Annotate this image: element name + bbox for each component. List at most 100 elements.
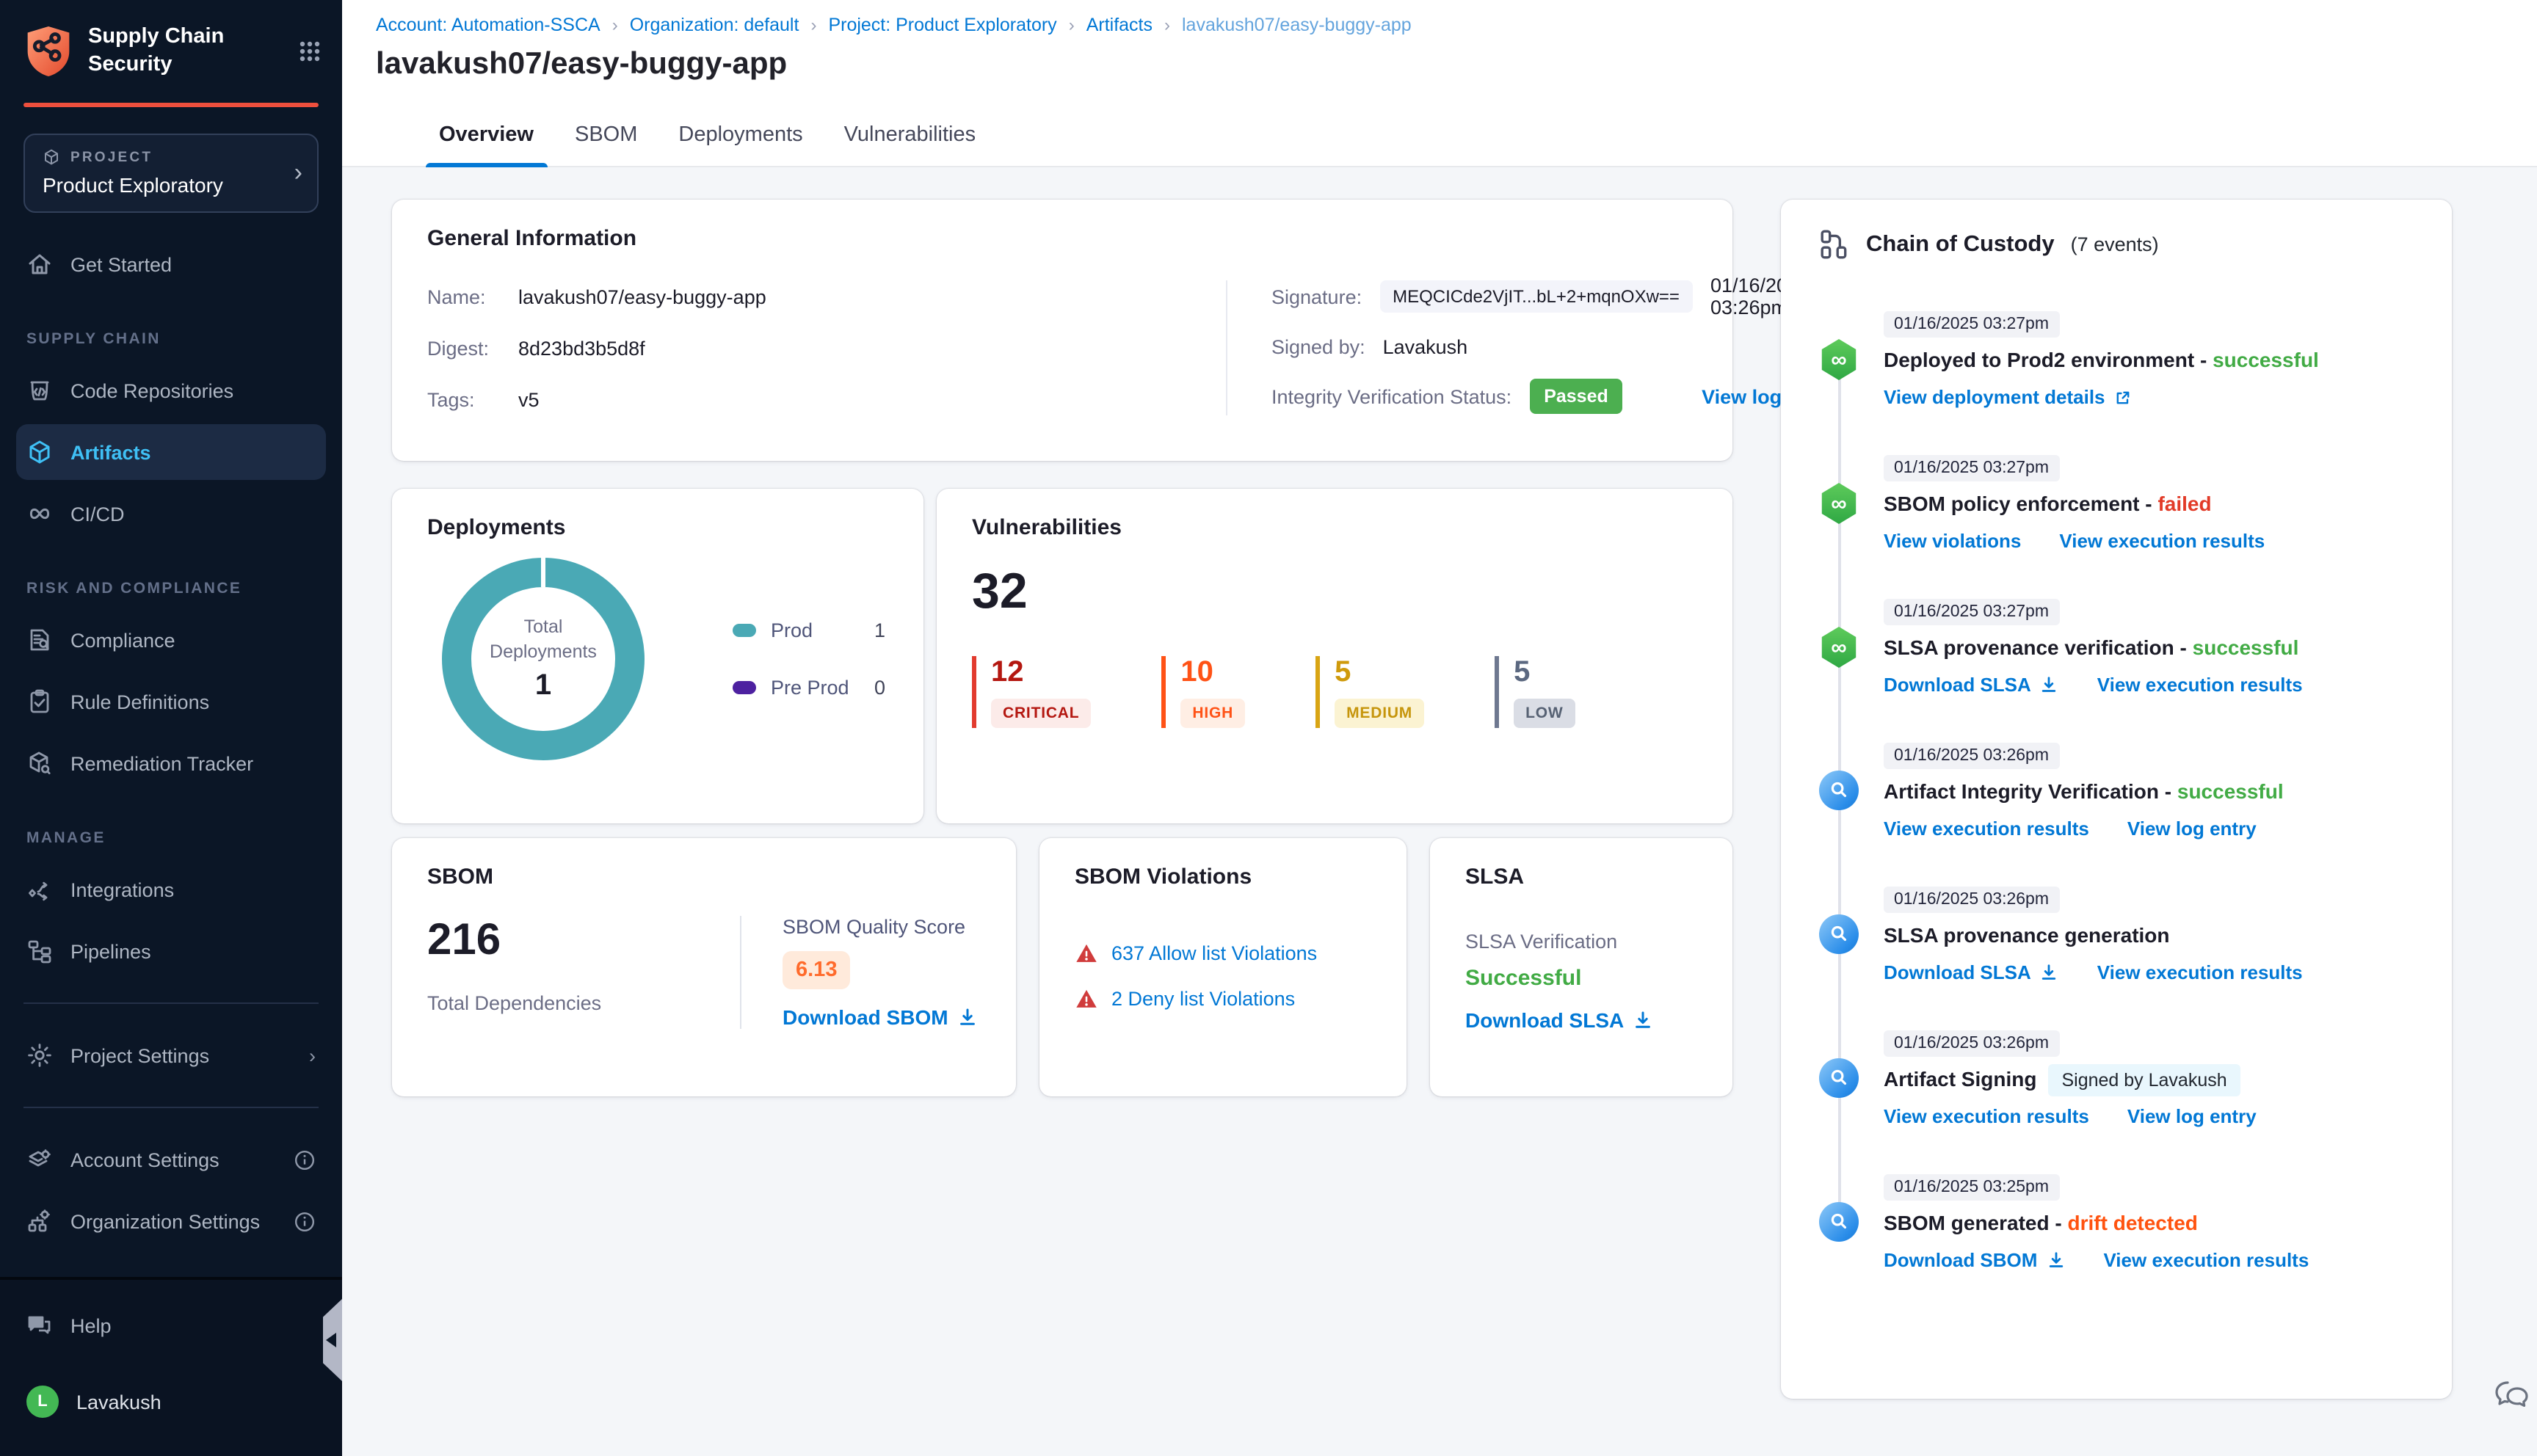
sidebar-item-get-started[interactable]: Get Started (0, 236, 342, 292)
card-title: SBOM Violations (1075, 864, 1252, 889)
legend-item-prod: Prod 1 (733, 619, 885, 641)
view-log-entry-link[interactable]: View log entry (2127, 1105, 2257, 1127)
sidebar-item-integrations[interactable]: Integrations (0, 862, 342, 917)
breadcrumb-artifacts[interactable]: Artifacts (1086, 15, 1153, 35)
digest-label: Digest: (427, 337, 490, 359)
tab-deployments[interactable]: Deployments (665, 123, 816, 166)
tab-vulnerabilities[interactable]: Vulnerabilities (831, 123, 989, 166)
sidebar-item-pipelines[interactable]: Pipelines (0, 923, 342, 979)
event-status: failed (2157, 492, 2212, 515)
scan-orb-icon (1819, 914, 1859, 954)
view-execution-results-link[interactable]: View execution results (2103, 1249, 2309, 1271)
view-execution-results-link[interactable]: View execution results (2059, 530, 2265, 552)
nav-section-manage: MANAGE (26, 829, 106, 847)
integrations-icon (29, 881, 48, 901)
chain-of-custody-title: Chain of Custody (1866, 231, 2055, 256)
sidebar: Supply Chain Security PROJECT Product Ex… (0, 0, 342, 1456)
custody-event-deployed: ∞ 01/16/2025 03:27pm Deployed to Prod2 e… (1819, 310, 2414, 415)
custody-event-slsa-generation: 01/16/2025 03:26pm SLSA provenance gener… (1819, 885, 2414, 991)
nav-label: Get Started (70, 253, 173, 275)
breadcrumb-separator: › (611, 15, 618, 35)
legend-label: Pre Prod (771, 677, 849, 699)
download-slsa-link[interactable]: Download SLSA (1884, 961, 2059, 983)
card-title: Deployments (427, 515, 566, 540)
view-violations-link[interactable]: View violations (1884, 530, 2021, 552)
sidebar-item-account-settings[interactable]: Account Settings (0, 1132, 342, 1187)
divider (23, 1002, 319, 1004)
breadcrumb-project[interactable]: Project: Product Exploratory (828, 15, 1056, 35)
download-slsa-link[interactable]: Download SLSA (1884, 674, 2059, 696)
app-switcher-grid-icon[interactable] (298, 40, 322, 63)
info-icon[interactable] (294, 1210, 316, 1232)
slsa-verification-status: Successful (1465, 966, 1582, 991)
divider (23, 1107, 319, 1108)
severity-stats: 12 CRITICAL 10 HIGH 5 MEDIUM 5 LOW (972, 656, 1697, 728)
event-status: successful (2192, 636, 2299, 659)
vulnerabilities-card: Vulnerabilities 32 12 CRITICAL 10 HIGH 5… (937, 489, 1732, 823)
sidebar-item-code-repositories[interactable]: Code Repositories (0, 363, 342, 418)
breadcrumb-current[interactable]: lavakush07/easy-buggy-app (1182, 15, 1412, 35)
download-sbom-link[interactable]: Download SBOM (783, 1005, 978, 1029)
breadcrumb-account[interactable]: Account: Automation-SSCA (376, 15, 600, 35)
deployments-legend: Prod 1 Pre Prod 0 (733, 619, 885, 699)
sbom-violations-card: SBOM Violations 637 Allow list Violation… (1039, 838, 1407, 1096)
scan-orb-icon (1819, 1058, 1859, 1098)
high-badge: HIGH (1180, 699, 1246, 728)
event-separator: - (2194, 348, 2213, 371)
scan-orb-icon (1819, 1202, 1859, 1242)
sidebar-item-help[interactable]: ? Help (0, 1297, 342, 1353)
event-name: SLSA provenance generation (1884, 923, 2170, 947)
event-count: (7 events) (2070, 233, 2159, 255)
legend-label: Prod (771, 619, 813, 641)
allow-list-violations-link[interactable]: 637 Allow list Violations (1111, 942, 1317, 964)
tags-value: v5 (518, 388, 540, 410)
page-header: Account: Automation-SSCA › Organization:… (342, 0, 2537, 167)
view-execution-results-link[interactable]: View execution results (2097, 674, 2303, 696)
sidebar-item-remediation-tracker[interactable]: Remediation Tracker (0, 735, 342, 791)
download-icon (2042, 964, 2056, 980)
breadcrumb-organization[interactable]: Organization: default (630, 15, 799, 35)
view-execution-results-link[interactable]: View execution results (1884, 818, 2089, 840)
custody-event-integrity-verification: 01/16/2025 03:26pm Artifact Integrity Ve… (1819, 741, 2414, 847)
view-execution-results-link[interactable]: View execution results (1884, 1105, 2089, 1127)
link-label: View deployment details (1884, 386, 2105, 408)
chain-of-custody-card: Chain of Custody (7 events) ∞ 01/16/2025… (1781, 200, 2452, 1399)
compliance-document-icon (30, 629, 49, 651)
breadcrumb-separator: › (1164, 15, 1170, 35)
legend-value: 1 (874, 619, 885, 641)
sidebar-item-artifacts[interactable]: Artifacts (16, 424, 326, 480)
sidebar-item-rule-definitions[interactable]: Rule Definitions (0, 674, 342, 729)
sidebar-item-project-settings[interactable]: Project Settings › (0, 1027, 342, 1083)
legend-value: 0 (874, 677, 885, 699)
project-cube-icon (45, 149, 58, 165)
pre-prod-swatch (733, 681, 756, 694)
view-log-entry-link[interactable]: View log entry (2127, 818, 2257, 840)
tab-overview[interactable]: Overview (426, 123, 547, 167)
breadcrumb-separator: › (1068, 15, 1075, 35)
sidebar-item-cicd[interactable]: CI/CD (0, 486, 342, 542)
view-deployment-details-link[interactable]: View deployment details (1884, 386, 2132, 408)
tab-bar: Overview SBOM Deployments Vulnerabilitie… (426, 123, 989, 167)
deployments-card: Deployments Total Deployments 1 Prod 1 P… (392, 489, 923, 823)
donut-center-label: Total Deployments (490, 616, 597, 662)
custody-event-slsa-verification: ∞ 01/16/2025 03:27pm SLSA provenance ver… (1819, 597, 2414, 703)
org-gear-icon (28, 1209, 50, 1232)
sidebar-item-compliance[interactable]: Compliance (0, 612, 342, 668)
nav-label: Integrations (70, 878, 175, 900)
info-icon[interactable] (294, 1149, 316, 1171)
quality-score-badge: 6.13 (783, 951, 851, 989)
tab-sbom[interactable]: SBOM (562, 123, 650, 166)
chat-bubbles-icon[interactable] (2493, 1375, 2531, 1421)
download-icon (1636, 1011, 1651, 1028)
download-slsa-link[interactable]: Download SLSA (1465, 1008, 1653, 1032)
download-slsa-label: Download SLSA (1465, 1008, 1625, 1032)
project-selector[interactable]: PROJECT Product Exploratory › (23, 134, 319, 213)
nav-label: Compliance (70, 629, 175, 651)
download-sbom-link[interactable]: Download SBOM (1884, 1249, 2065, 1271)
view-execution-results-link[interactable]: View execution results (2097, 961, 2303, 983)
deny-list-violations-link[interactable]: 2 Deny list Violations (1111, 988, 1295, 1010)
sidebar-nav: Get Started SUPPLY CHAIN Code Repositori… (0, 236, 342, 1255)
sidebar-item-organization-settings[interactable]: Organization Settings (0, 1193, 342, 1249)
nav-label: Code Repositories (70, 379, 234, 401)
user-menu[interactable]: L Lavakush (0, 1371, 342, 1433)
